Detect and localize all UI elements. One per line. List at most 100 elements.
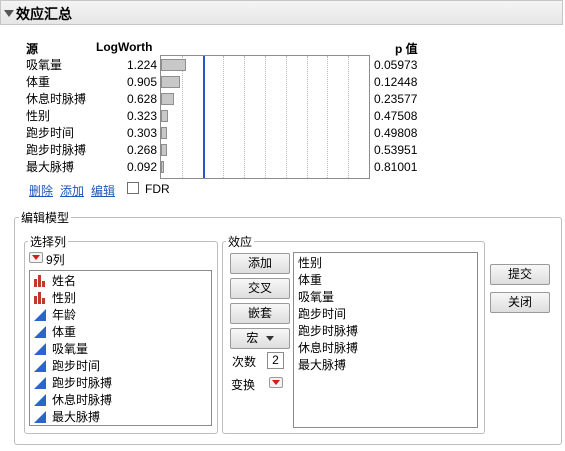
column-header-logworth: LogWorth	[96, 40, 153, 54]
logworth-bar	[161, 76, 180, 88]
logworth-bar-plot	[160, 55, 370, 179]
column-list-item[interactable]: 体重	[34, 324, 76, 341]
nominal-bar-icon	[34, 292, 47, 304]
cross-button[interactable]: 交叉	[230, 278, 290, 299]
plot-grid-line	[327, 56, 329, 178]
remove-link[interactable]: 删除	[29, 182, 53, 199]
column-header-pvalue: p 值	[395, 42, 418, 56]
degree-field[interactable]: 2	[267, 352, 284, 369]
source-cell: 吸氧量	[26, 58, 63, 72]
effects-listbox[interactable]: 性别 体重 吸氧量 跑步时间 跑步时脉搏 休息时脉搏 最大脉搏	[293, 252, 478, 428]
effects-title: 效应	[226, 233, 255, 250]
continuous-triangle-icon	[34, 326, 47, 338]
disclosure-triangle-icon[interactable]	[4, 10, 14, 17]
logworth-bar	[161, 110, 168, 122]
add-effect-button[interactable]: 添加	[230, 253, 290, 274]
nest-button[interactable]: 嵌套	[230, 303, 290, 324]
plot-grid-line	[181, 56, 183, 178]
logworth-bar	[161, 127, 168, 139]
plot-grid-line	[223, 56, 225, 178]
column-list-item[interactable]: 年龄	[34, 307, 76, 324]
logworth-cell: 1.224	[126, 58, 157, 72]
logworth-cell: 0.905	[126, 75, 157, 89]
effect-list-item[interactable]: 性别	[298, 255, 322, 272]
effect-list-item[interactable]: 休息时脉搏	[298, 340, 358, 357]
logworth-cell: 0.268	[126, 143, 157, 157]
column-list-item[interactable]: 跑步时脉搏	[34, 375, 112, 392]
macros-label: 宏	[246, 331, 259, 345]
column-list-item[interactable]: 姓名	[34, 273, 76, 290]
continuous-triangle-icon	[34, 360, 47, 372]
columns-menu-red-triangle-icon[interactable]	[29, 252, 43, 263]
transform-red-triangle-icon[interactable]	[269, 377, 283, 388]
effect-list-item[interactable]: 最大脉搏	[298, 357, 346, 374]
chevron-down-icon	[265, 336, 274, 341]
plot-grid-line	[348, 56, 350, 178]
add-link[interactable]: 添加	[60, 182, 84, 199]
pvalue-cell: 0.53951	[374, 143, 418, 157]
degree-label: 次数	[232, 355, 257, 369]
effect-list-item[interactable]: 体重	[298, 272, 322, 289]
column-name: 性别	[52, 291, 77, 305]
column-name: 最大脉搏	[52, 410, 101, 424]
column-list-item[interactable]: 跑步时间	[34, 358, 100, 375]
plot-grid-line	[306, 56, 308, 178]
logworth-bar	[161, 93, 175, 105]
continuous-triangle-icon	[34, 394, 47, 406]
pvalue-cell: 0.05973	[374, 58, 418, 72]
plot-grid-line	[265, 56, 266, 178]
source-cell: 跑步时脉搏	[26, 143, 87, 157]
source-cell: 性别	[26, 109, 51, 123]
logworth-cell: 0.092	[126, 160, 157, 174]
pvalue-cell: 0.47508	[374, 109, 418, 123]
continuous-triangle-icon	[34, 309, 47, 321]
effect-list-item[interactable]: 跑步时脉搏	[298, 323, 358, 340]
columns-listbox[interactable]: 姓名性别年龄体重吸氧量跑步时间跑步时脉搏休息时脉搏最大脉搏	[29, 270, 212, 426]
logworth-cell: 0.303	[126, 126, 157, 140]
submit-button[interactable]: 提交	[490, 264, 550, 285]
logworth-bar	[161, 161, 164, 173]
select-columns-title: 选择列	[28, 233, 69, 250]
effect-list-item[interactable]: 吸氧量	[298, 289, 334, 306]
column-list-item[interactable]: 最大脉搏	[34, 409, 100, 426]
edit-model-title: 编辑模型	[19, 209, 72, 226]
continuous-triangle-icon	[34, 343, 47, 355]
source-cell: 最大脉搏	[26, 160, 75, 174]
effect-list-item[interactable]: 跑步时间	[298, 306, 346, 323]
fdr-checkbox[interactable]	[127, 182, 139, 194]
close-button[interactable]: 关闭	[490, 292, 550, 313]
effect-summary-header[interactable]: 效应汇总	[0, 0, 563, 25]
logworth-bar	[161, 59, 187, 71]
column-name: 休息时脉搏	[52, 393, 113, 407]
column-count-label: 9列	[46, 253, 65, 267]
column-list-item[interactable]: 性别	[34, 290, 76, 307]
plot-grid-line	[244, 56, 246, 178]
column-list-item[interactable]: 吸氧量	[34, 341, 88, 358]
transform-label: 变换	[231, 378, 256, 392]
column-name: 吸氧量	[52, 342, 89, 356]
column-name: 跑步时间	[52, 359, 101, 373]
logworth-cell: 0.628	[126, 92, 157, 106]
column-name: 跑步时脉搏	[52, 376, 113, 390]
pvalue-cell: 0.12448	[374, 75, 418, 89]
column-name: 年龄	[52, 308, 77, 322]
fdr-label: FDR	[145, 182, 170, 196]
plot-grid-line	[285, 56, 287, 178]
pvalue-cell: 0.49808	[374, 126, 418, 140]
column-list-item[interactable]: 休息时脉搏	[34, 392, 112, 409]
column-name: 姓名	[52, 274, 77, 288]
column-header-source: 源	[26, 42, 39, 56]
nominal-bar-icon	[34, 275, 47, 287]
pvalue-cell: 0.81001	[374, 160, 418, 174]
source-cell: 休息时脉搏	[26, 92, 87, 106]
source-cell: 跑步时间	[26, 126, 75, 140]
macros-button[interactable]: 宏	[230, 328, 290, 349]
column-name: 体重	[52, 325, 77, 339]
outline-title: 效应汇总	[16, 6, 72, 22]
logworth-cell: 0.323	[126, 109, 157, 123]
edit-link[interactable]: 编辑	[91, 182, 115, 199]
reference-line	[202, 56, 205, 178]
source-cell: 体重	[26, 75, 51, 89]
logworth-bar	[161, 144, 167, 156]
continuous-triangle-icon	[34, 411, 47, 423]
